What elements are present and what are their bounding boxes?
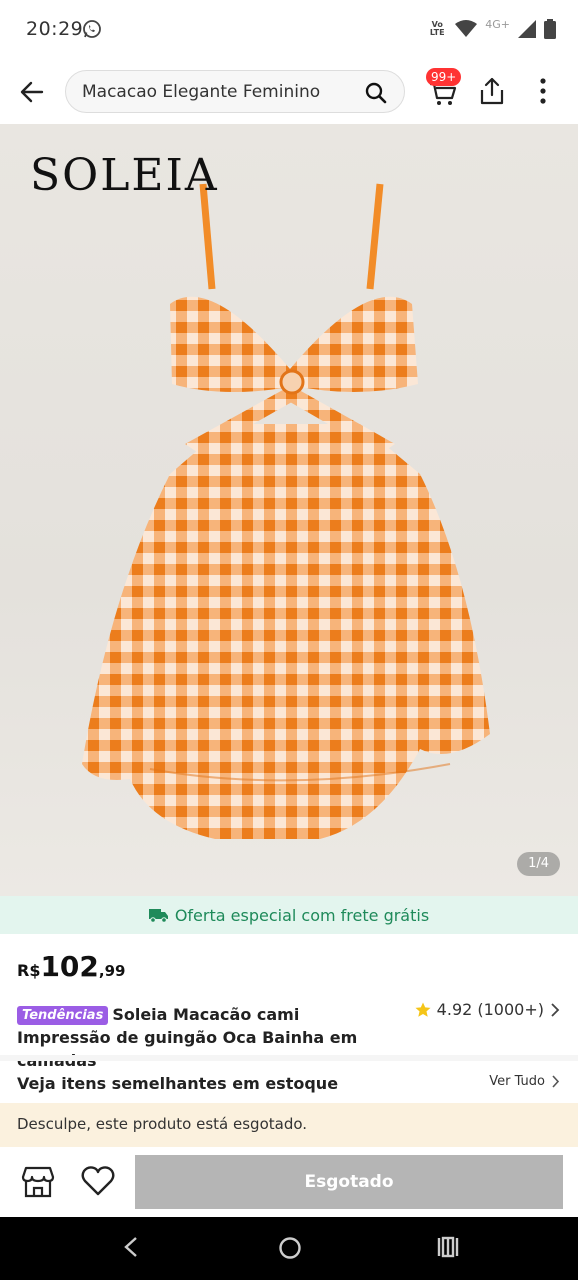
store-icon[interactable] (20, 1165, 56, 1199)
network-type: 4G+ (485, 17, 510, 31)
brand-logo: SOLEIA (30, 150, 219, 201)
rating-summary[interactable]: 4.92 (1000+) (415, 1000, 560, 1019)
share-icon[interactable] (478, 76, 506, 106)
signal-icon (518, 20, 536, 38)
battery-icon (544, 19, 556, 39)
wishlist-heart-icon[interactable] (80, 1165, 116, 1197)
truck-icon (148, 909, 168, 923)
system-icons: Vo LTE 4G+ (427, 17, 556, 41)
promo-text: Oferta especial com frete grátis (174, 905, 430, 925)
image-counter: 1/4 (517, 852, 560, 876)
system-navigation-bar (0, 1217, 578, 1280)
nav-home-icon[interactable] (278, 1236, 302, 1260)
status-time: 20:29 (26, 18, 84, 40)
product-title: Tendências Soleia Macacão cami Impressão … (17, 1003, 397, 1072)
rating-value: 4.92 (1000+) (436, 1000, 544, 1019)
more-options-icon[interactable] (530, 76, 556, 106)
search-input[interactable] (82, 80, 352, 104)
whatsapp-icon (83, 20, 101, 38)
product-page: 20:29 Vo LTE 4G+ 99+ (0, 0, 578, 1280)
product-photo (82, 183, 490, 839)
trending-tag: Tendências (17, 1006, 109, 1025)
product-image-carousel[interactable]: SOLEIA 1/4 (0, 124, 578, 896)
see-all-label: Ver Tudo (489, 1074, 545, 1089)
sold-out-button[interactable]: Esgotado (135, 1155, 563, 1209)
price-decimal: ,99 (98, 962, 126, 980)
similar-items-heading: Veja itens semelhantes em estoque (17, 1074, 339, 1093)
section-divider (0, 1055, 578, 1061)
volte-indicator: Vo LTE (429, 20, 445, 37)
sold-out-notice: Desculpe, este produto está esgotado. (0, 1103, 578, 1147)
status-bar: 20:29 Vo LTE 4G+ (0, 0, 578, 60)
price-currency: R$ (17, 961, 41, 980)
nav-recents-icon[interactable] (436, 1236, 460, 1258)
search-icon[interactable] (364, 81, 388, 105)
free-shipping-banner: Oferta especial com frete grátis (0, 896, 578, 934)
search-bar[interactable] (65, 70, 405, 113)
star-icon (415, 1002, 431, 1017)
back-arrow-icon[interactable] (18, 78, 46, 106)
chevron-right-icon (551, 1002, 560, 1017)
chevron-right-icon (552, 1075, 560, 1088)
nav-back-icon[interactable] (122, 1236, 140, 1258)
product-price: R$102,99 (17, 950, 125, 983)
price-integer: 102 (40, 950, 99, 983)
top-navigation: 99+ (0, 60, 578, 124)
see-all-link[interactable]: Ver Tudo (489, 1074, 560, 1089)
bottom-action-bar: Esgotado (0, 1147, 578, 1217)
wifi-icon (455, 20, 478, 37)
cart-count-badge: 99+ (426, 68, 462, 86)
